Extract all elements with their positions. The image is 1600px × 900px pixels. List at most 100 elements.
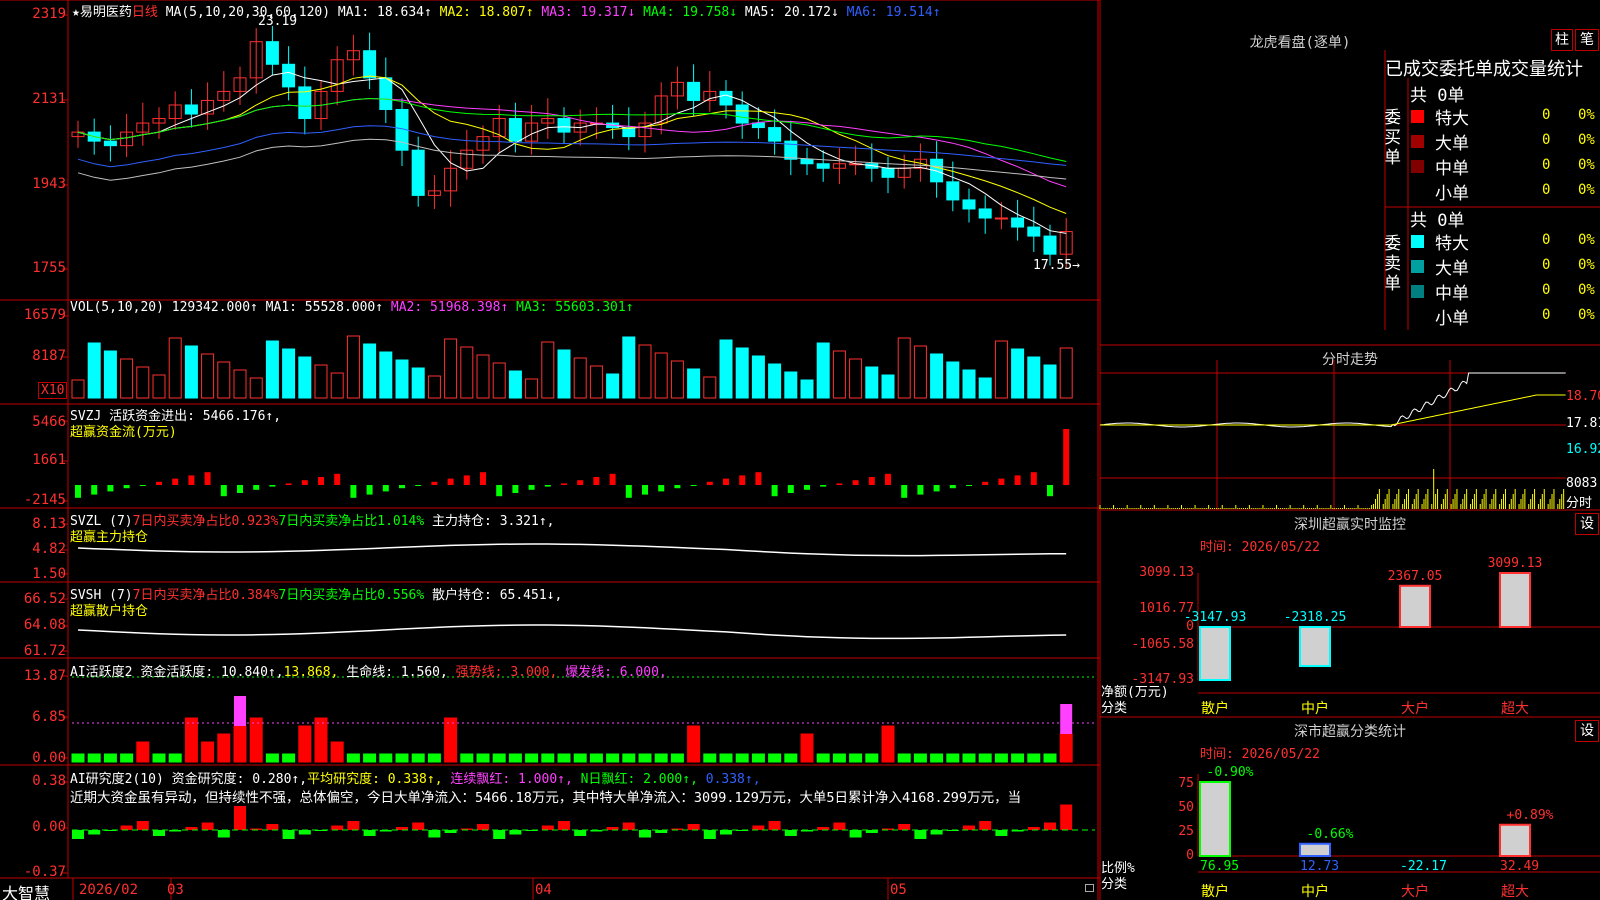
activity-bar (168, 753, 182, 763)
fund-flow-bar (885, 473, 891, 485)
date-label: 05 (890, 882, 907, 898)
sell-total: 共 0单 (1410, 211, 1465, 231)
volume-bar (816, 342, 830, 399)
fund-flow-bar (91, 485, 98, 495)
fund-flow-bar (301, 480, 308, 485)
ai-research-header: AI研究度2(10) 资金研究度: 0.280↑,平均研究度: 0.338↑, … (70, 768, 761, 787)
monitor-settings-button[interactable]: 设 (1575, 513, 1599, 535)
vol-unit-badge[interactable]: X10 (38, 382, 68, 399)
ai-activity-header: AI活跃度2 资金活跃度: 10.840↑,13.868, 生命线: 1.560… (70, 661, 667, 680)
stock-name[interactable]: 易明医药 (80, 5, 132, 20)
period-label[interactable]: 日线 (132, 5, 158, 20)
fund-flow-bar (739, 475, 746, 485)
price-candles[interactable] (0, 0, 1100, 900)
research-bar (282, 830, 295, 839)
research-bar (88, 830, 101, 835)
activity-bar (492, 753, 506, 763)
activity-bar (411, 753, 425, 763)
classify-axis-label: 0 (1186, 848, 1194, 863)
monitor-time: 时间: 2026/05/22 (1200, 540, 1320, 555)
activity-bar (476, 753, 490, 763)
research-bar (477, 824, 489, 830)
order-size-name: 小单 (1435, 184, 1469, 204)
fund-flow-bar (917, 485, 924, 495)
fund-flow-bar (447, 478, 454, 485)
candle-down (1043, 235, 1057, 255)
ai1-axis-label: 0.00 (32, 750, 66, 766)
activity-bar (784, 753, 798, 763)
candle-down (946, 181, 960, 201)
research-bar (768, 821, 781, 830)
brand-logo[interactable]: 大智慧 (2, 880, 50, 900)
research-bar (298, 830, 311, 835)
order-size-name: 特大 (1435, 234, 1469, 254)
activity-bar (541, 753, 555, 763)
fund-flow-bar (625, 485, 632, 498)
legend-swatch (1411, 110, 1424, 123)
bar-mode-button[interactable]: 柱 (1551, 29, 1573, 51)
fund-flow-bar (253, 485, 260, 490)
order-pct: 0% (1578, 232, 1595, 248)
fund-flow-bar (399, 485, 405, 489)
classify-axis-label: 25 (1178, 823, 1194, 839)
net-amount-bar (1499, 572, 1531, 628)
research-bar (687, 824, 700, 830)
tick-mode-button[interactable]: 笔 (1575, 29, 1599, 51)
activity-bar (622, 753, 636, 763)
lock-icon[interactable] (1085, 884, 1094, 892)
volume-bar (687, 368, 701, 399)
activity-bar (427, 753, 441, 763)
fund-flow-bar (771, 485, 778, 497)
volume-bar (282, 348, 296, 399)
research-bar (153, 830, 165, 836)
research-bar (412, 822, 425, 830)
volume-bar (184, 345, 198, 399)
research-bar (120, 825, 133, 830)
volume-bar (476, 354, 490, 399)
favorite-star-icon[interactable]: ★ (72, 5, 80, 20)
volume-bar (152, 374, 166, 399)
volume-bar (784, 371, 798, 399)
fund-flow-bar (998, 478, 1005, 485)
svsh-a: 7日内买卖净占比0.384% (132, 588, 279, 603)
activity-bar (865, 753, 879, 763)
fund-flow-bar (188, 475, 195, 485)
fund-flow-bar (949, 485, 956, 489)
svzj-axis-label: 5466 (32, 414, 66, 430)
order-count: 0 (1542, 307, 1551, 323)
activity-bar (379, 753, 393, 763)
main-chart-area[interactable] (0, 0, 1100, 900)
fund-flow-bar (431, 481, 438, 485)
fund-flow-bar (139, 485, 146, 486)
fund-flow-bar (836, 483, 843, 485)
order-count: 0 (1542, 107, 1551, 123)
ratio-change-label: -0.90% (1206, 765, 1254, 780)
fund-flow-bar (577, 480, 584, 485)
research-bar (574, 830, 587, 836)
fund-flow-bar (1047, 485, 1053, 497)
fund-flow-bar (156, 481, 162, 485)
fund-flow-bar (544, 485, 551, 487)
fund-flow-bar (642, 485, 648, 495)
volume-bar (314, 364, 328, 399)
volume-bar (654, 352, 668, 399)
high-price-mark: 23.19 (258, 14, 298, 29)
research-bar (849, 830, 862, 838)
activity-bar (719, 753, 733, 763)
order-size-name: 中单 (1435, 159, 1469, 179)
classify-title: 深市超赢分类统计 (1294, 724, 1406, 740)
price-axis-label: 2131 (32, 91, 66, 107)
ma-line (77, 97, 1067, 188)
activity-bar (849, 753, 863, 763)
classify-settings-button[interactable]: 设 (1575, 720, 1599, 742)
research-bar (558, 821, 570, 830)
ratio-bar (1499, 823, 1531, 857)
activity-bar (832, 753, 846, 763)
activity-bar (249, 717, 263, 763)
order-pct: 0% (1578, 157, 1595, 173)
fund-flow-bar (658, 485, 665, 492)
order-size-name: 小单 (1435, 309, 1469, 329)
legend-swatch (1411, 135, 1424, 148)
volume-bar (946, 361, 960, 399)
fund-flow-bar (382, 485, 389, 492)
